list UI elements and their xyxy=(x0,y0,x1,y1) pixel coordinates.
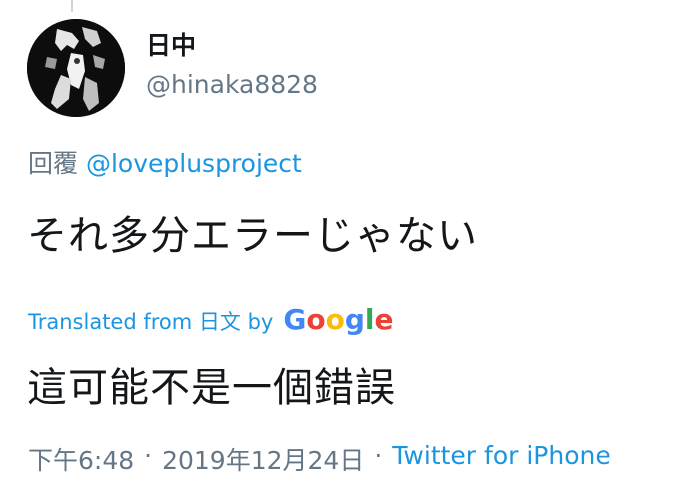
google-logo-letter: G xyxy=(283,303,307,336)
translated-text: 這可能不是一個錯誤 xyxy=(27,365,396,411)
thread-connector-line xyxy=(71,0,73,12)
replying-to-line: 回覆 @loveplusproject xyxy=(28,144,302,180)
translation-attribution: Translated from 日文 by Google xyxy=(28,303,393,336)
tweet-date[interactable]: 2019年12月24日 xyxy=(162,441,364,477)
google-logo-letter: g xyxy=(344,303,365,336)
avatar-image xyxy=(27,19,125,117)
display-name[interactable]: 日中 xyxy=(146,26,196,62)
google-logo-letter: e xyxy=(374,303,394,336)
google-logo-letter: o xyxy=(325,303,345,336)
tweet-time[interactable]: 下午6:48 xyxy=(28,441,134,477)
meta-separator: · xyxy=(144,441,153,470)
google-logo-letter: o xyxy=(306,303,326,336)
tweet-meta: 下午6:48 · 2019年12月24日 · Twitter for iPhon… xyxy=(28,441,611,477)
translated-from-link[interactable]: Translated from 日文 by xyxy=(28,306,273,336)
tweet-text: それ多分エラーじゃない xyxy=(27,213,478,259)
google-logo: Google xyxy=(283,303,393,336)
user-handle[interactable]: @hinaka8828 xyxy=(146,70,318,99)
reply-mention-link[interactable]: @loveplusproject xyxy=(86,149,302,178)
tweet-source-link[interactable]: Twitter for iPhone xyxy=(392,441,610,477)
reply-prefix: 回覆 xyxy=(28,149,79,178)
meta-separator: · xyxy=(374,441,383,470)
avatar[interactable] xyxy=(27,19,125,117)
